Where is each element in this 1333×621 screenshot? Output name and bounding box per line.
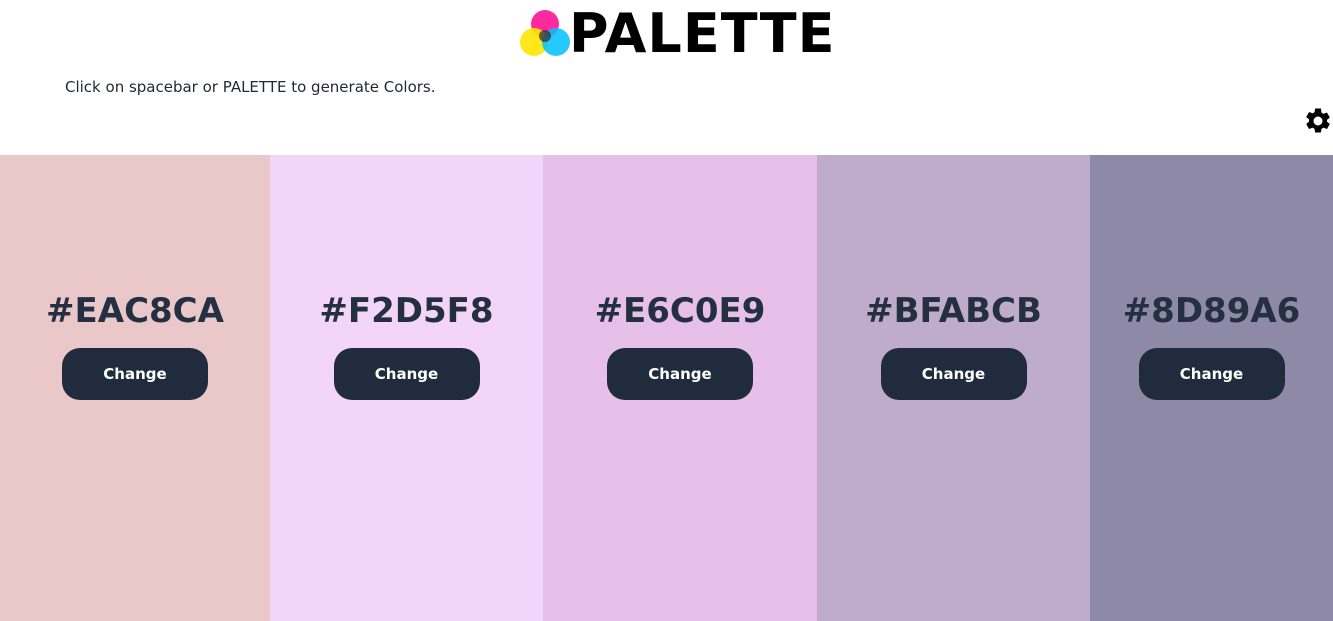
change-color-button[interactable]: Change xyxy=(880,348,1027,400)
logo-text: PALETTE xyxy=(569,2,836,65)
color-swatch: #EAC8CA Change xyxy=(0,155,270,621)
color-swatch: #E6C0E9 Change xyxy=(543,155,817,621)
header: PALETTE Click on spacebar or PALETTE to … xyxy=(0,0,1333,155)
hex-code: #8D89A6 xyxy=(1122,291,1301,331)
hex-code: #BFABCB xyxy=(865,291,1042,331)
change-color-button[interactable]: Change xyxy=(62,348,208,400)
change-color-button[interactable]: Change xyxy=(1138,348,1285,400)
color-circles-icon xyxy=(520,10,570,56)
color-swatch: #BFABCB Change xyxy=(817,155,1090,621)
change-color-button[interactable]: Change xyxy=(607,348,753,400)
logo-button[interactable]: PALETTE xyxy=(519,6,836,62)
settings-button[interactable] xyxy=(1303,106,1333,136)
hex-code: #EAC8CA xyxy=(46,291,224,331)
gear-icon xyxy=(1306,108,1330,133)
hex-code: #F2D5F8 xyxy=(319,291,494,331)
hex-code: #E6C0E9 xyxy=(594,291,766,331)
color-swatch: #F2D5F8 Change xyxy=(270,155,543,621)
change-color-button[interactable]: Change xyxy=(333,348,480,400)
instruction-text: Click on spacebar or PALETTE to generate… xyxy=(65,78,436,96)
color-swatch: #8D89A6 Change xyxy=(1090,155,1333,621)
palette-row: #EAC8CA Change #F2D5F8 Change #E6C0E9 Ch… xyxy=(0,155,1333,621)
